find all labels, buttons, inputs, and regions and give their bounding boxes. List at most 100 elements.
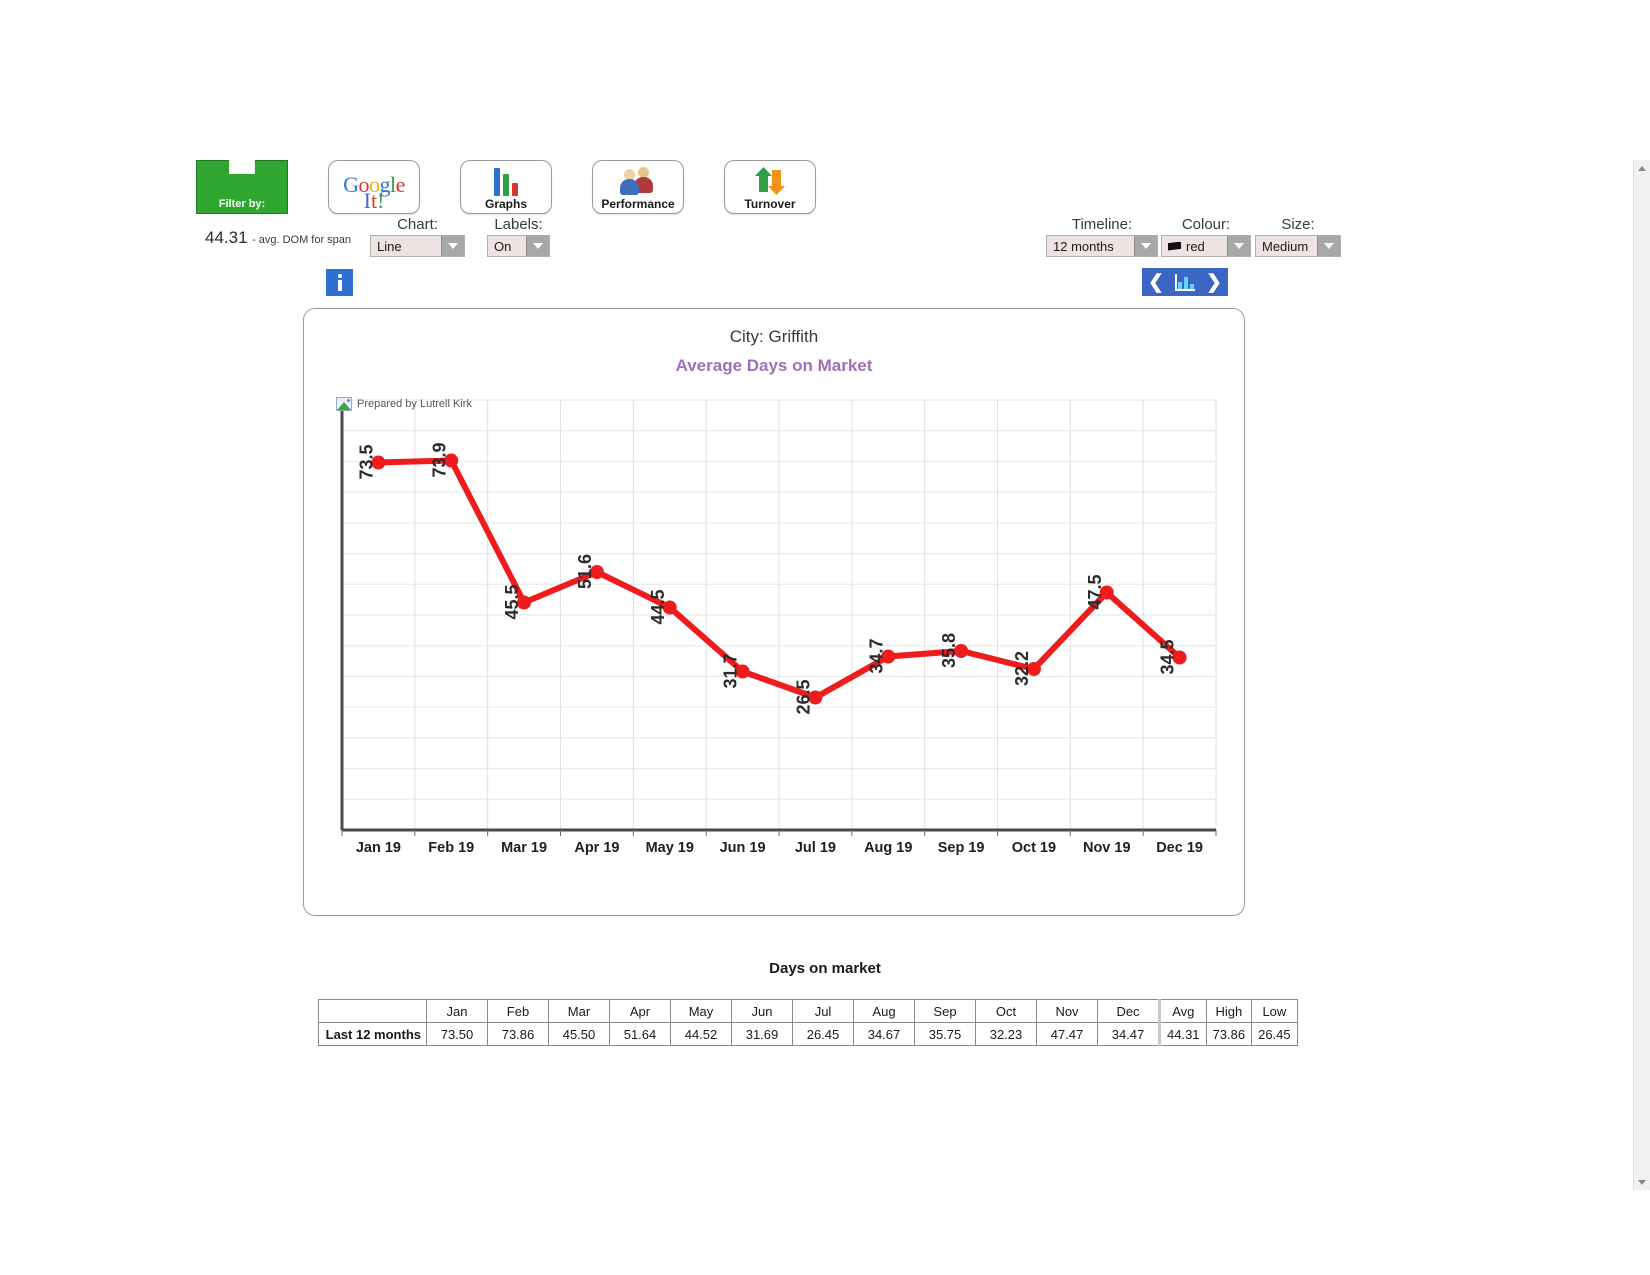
table-col-header: Feb [487, 999, 549, 1023]
table-cell: 73.86 [487, 1022, 549, 1046]
prev-chart-button[interactable]: ❮ [1142, 268, 1170, 296]
table-col-header: Apr [609, 999, 671, 1023]
table-col-header: Sep [914, 999, 976, 1023]
graphs-button[interactable]: Graphs [460, 160, 552, 214]
next-chart-button[interactable]: ❯ [1200, 268, 1228, 296]
table-cell: 47.47 [1036, 1022, 1098, 1046]
performance-button[interactable]: Performance [592, 160, 684, 214]
turnover-label: Turnover [744, 197, 796, 211]
graphs-label: Graphs [484, 197, 527, 211]
avg-dom-summary: 44.31 - avg. DOM for span [205, 228, 351, 248]
timeline-value: 12 months [1053, 238, 1114, 254]
icon-toolbar: Filter by: Google It! Graphs Performance… [196, 160, 816, 214]
svg-text:Aug 19: Aug 19 [864, 840, 912, 856]
chevron-down-icon[interactable] [1227, 236, 1250, 256]
page-root: Filter by: Google It! Graphs Performance… [0, 0, 1650, 1275]
table-col-header: Oct [975, 999, 1037, 1023]
chart-plot-area: Prepared by Lutrell Kirk Jan 19 Feb 19 Mar… [328, 394, 1222, 882]
svg-text:Oct 19: Oct 19 [1012, 840, 1056, 856]
colour-label: Colour: [1181, 216, 1231, 233]
google-it-button[interactable]: Google It! [328, 160, 420, 214]
colour-swatch-icon [1168, 241, 1181, 251]
scroll-up-icon[interactable] [1634, 160, 1650, 176]
chevron-down-icon[interactable] [1317, 236, 1340, 256]
svg-text:Jan 19: Jan 19 [356, 840, 401, 856]
chart-type-select[interactable]: Line [370, 235, 465, 257]
performance-label: Performance [601, 197, 675, 211]
chart-type-control: Chart: Line [370, 216, 465, 257]
turnover-button[interactable]: Turnover [724, 160, 816, 214]
table-col-header: Low [1251, 999, 1298, 1023]
table-cell-high: 73.86 [1205, 1022, 1253, 1046]
table-col-header: Dec [1097, 999, 1160, 1023]
size-control: Size: Medium [1255, 216, 1341, 257]
info-icon-dot [337, 274, 342, 278]
image-icon [336, 397, 352, 411]
table-cell: 45.50 [548, 1022, 610, 1046]
svg-text:Jul 19: Jul 19 [795, 840, 836, 856]
table-title: Days on market [769, 960, 881, 977]
table-cell: 51.64 [609, 1022, 671, 1046]
filter-by-button[interactable]: Filter by: [196, 160, 288, 214]
table-col-header: Jan [426, 999, 488, 1023]
table-col-header: May [670, 999, 732, 1023]
line-chart-svg: Jan 19 Feb 19 Mar 19 Apr 19 May 19 Jun 19 Jul … [340, 399, 1217, 856]
table-cell-low: 26.45 [1251, 1022, 1298, 1046]
table-corner-cell [318, 999, 427, 1023]
info-icon-stem [337, 280, 342, 291]
table-col-header: Aug [853, 999, 915, 1023]
svg-text:73.5: 73.5 [356, 445, 376, 480]
svg-text:73.9: 73.9 [429, 443, 449, 478]
svg-text:Apr 19: Apr 19 [574, 840, 619, 856]
table-col-header: Avg [1158, 999, 1207, 1023]
timeline-label: Timeline: [1071, 216, 1133, 233]
svg-text:Feb 19: Feb 19 [428, 840, 474, 856]
labels-value: On [494, 238, 512, 254]
table-row: Last 12 months 73.50 73.86 45.50 51.64 44.52 3… [318, 1022, 1298, 1046]
labels-select[interactable]: On [487, 235, 550, 257]
svg-text:Jun 19: Jun 19 [720, 840, 766, 856]
table-cell: 26.45 [792, 1022, 854, 1046]
svg-text:35.8: 35.8 [939, 633, 959, 668]
size-label: Size: [1281, 216, 1315, 233]
colour-value-wrap: red [1162, 236, 1227, 256]
chart-city-line: City: Griffith [729, 327, 819, 346]
timeline-select[interactable]: 12 months [1046, 235, 1158, 257]
table-col-header: Nov [1036, 999, 1098, 1023]
labels-label: Labels: [494, 216, 543, 233]
svg-text:32.2: 32.2 [1012, 651, 1032, 686]
bar-chart-icon [494, 166, 518, 196]
table-header-row: Jan Feb Mar Apr May Jun Jul Aug Sep Oct Nov Dec Avg H… [318, 999, 1298, 1023]
filter-by-label: Filter by: [218, 198, 266, 210]
svg-text:Nov 19: Nov 19 [1083, 840, 1131, 856]
chart-type-label: Chart: [397, 216, 438, 233]
prepared-by-watermark: Prepared by Lutrell Kirk [336, 397, 472, 411]
chevron-down-icon[interactable] [1134, 236, 1157, 256]
colour-select[interactable]: red [1161, 235, 1251, 257]
chart-title: Average Days on Market [675, 356, 873, 375]
avg-dom-value: 44.31 [205, 228, 248, 247]
table-cell: 44.52 [670, 1022, 732, 1046]
chevron-down-icon[interactable] [441, 236, 464, 256]
svg-text:51.6: 51.6 [575, 554, 595, 589]
table-row-header: Last 12 months [318, 1022, 427, 1046]
size-select[interactable]: Medium [1255, 235, 1341, 257]
chevron-down-icon[interactable] [526, 236, 549, 256]
table-col-header: Jul [792, 999, 854, 1023]
table-cell: 34.67 [853, 1022, 915, 1046]
table-col-header: Mar [548, 999, 610, 1023]
chart-nav: ❮ ❯ [1142, 268, 1228, 296]
days-on-market-table: Jan Feb Mar Apr May Jun Jul Aug Sep Oct Nov Dec Avg H… [318, 999, 1298, 1046]
vertical-scrollbar[interactable] [1633, 160, 1650, 1190]
scroll-down-icon[interactable] [1634, 1174, 1650, 1190]
info-button[interactable] [326, 269, 353, 296]
svg-text:45.5: 45.5 [502, 585, 522, 620]
size-value: Medium [1262, 238, 1309, 254]
svg-text:Sep 19: Sep 19 [938, 840, 985, 856]
prepared-by-text: Prepared by Lutrell Kirk [357, 398, 472, 410]
svg-text:31.7: 31.7 [721, 654, 741, 689]
labels-control: Labels: On [487, 216, 550, 257]
table-cell: 32.23 [975, 1022, 1037, 1046]
turnover-arrows-icon [755, 166, 785, 196]
chart-picker-button[interactable] [1170, 268, 1200, 296]
